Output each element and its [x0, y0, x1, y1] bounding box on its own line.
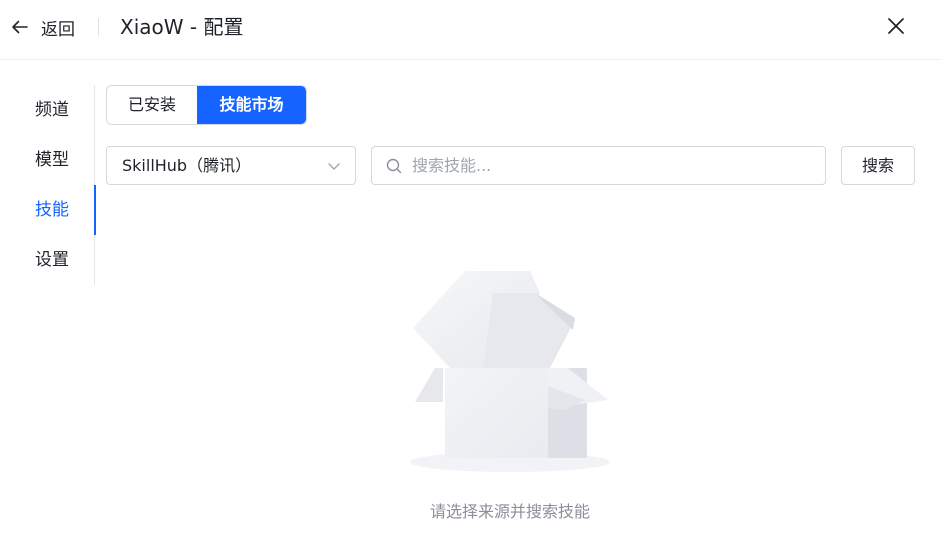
sidebar-item-label: 模型	[35, 150, 69, 170]
tab-skill-market[interactable]: 技能市场	[197, 86, 306, 124]
chevron-down-icon	[328, 163, 340, 170]
skills-tab-switch: 已安装 技能市场	[106, 85, 307, 125]
header-divider	[98, 18, 99, 36]
sidebar-item-label: 技能	[35, 200, 69, 220]
sidebar-item-skills[interactable]: 技能	[0, 185, 96, 235]
sidebar-item-label: 设置	[35, 250, 69, 270]
sidebar-item-label: 频道	[35, 100, 69, 120]
source-select[interactable]: SkillHub（腾讯）	[106, 146, 356, 185]
search-input[interactable]	[412, 151, 812, 180]
search-button[interactable]: 搜索	[841, 146, 915, 185]
search-box	[371, 146, 826, 185]
sidebar-item-settings[interactable]: 设置	[0, 235, 95, 285]
sidebar-item-channels[interactable]: 频道	[0, 85, 95, 135]
empty-state-message: 请选择来源并搜索技能	[429, 502, 590, 521]
back-button[interactable]: 返回	[10, 12, 75, 42]
search-icon	[386, 158, 402, 174]
page-title: XiaoW - 配置	[120, 15, 244, 39]
tab-installed[interactable]: 已安装	[107, 86, 197, 124]
close-icon	[888, 18, 904, 34]
empty-box-icon	[410, 271, 610, 472]
source-select-value: SkillHub（腾讯）	[122, 156, 252, 175]
close-button[interactable]	[883, 13, 909, 39]
header-bar: 返回 XiaoW - 配置	[0, 0, 941, 60]
sidebar-nav: 频道 模型 技能 设置	[0, 85, 96, 285]
back-label: 返回	[41, 19, 75, 40]
arrow-left-icon	[12, 20, 28, 34]
sidebar-item-models[interactable]: 模型	[0, 135, 95, 185]
